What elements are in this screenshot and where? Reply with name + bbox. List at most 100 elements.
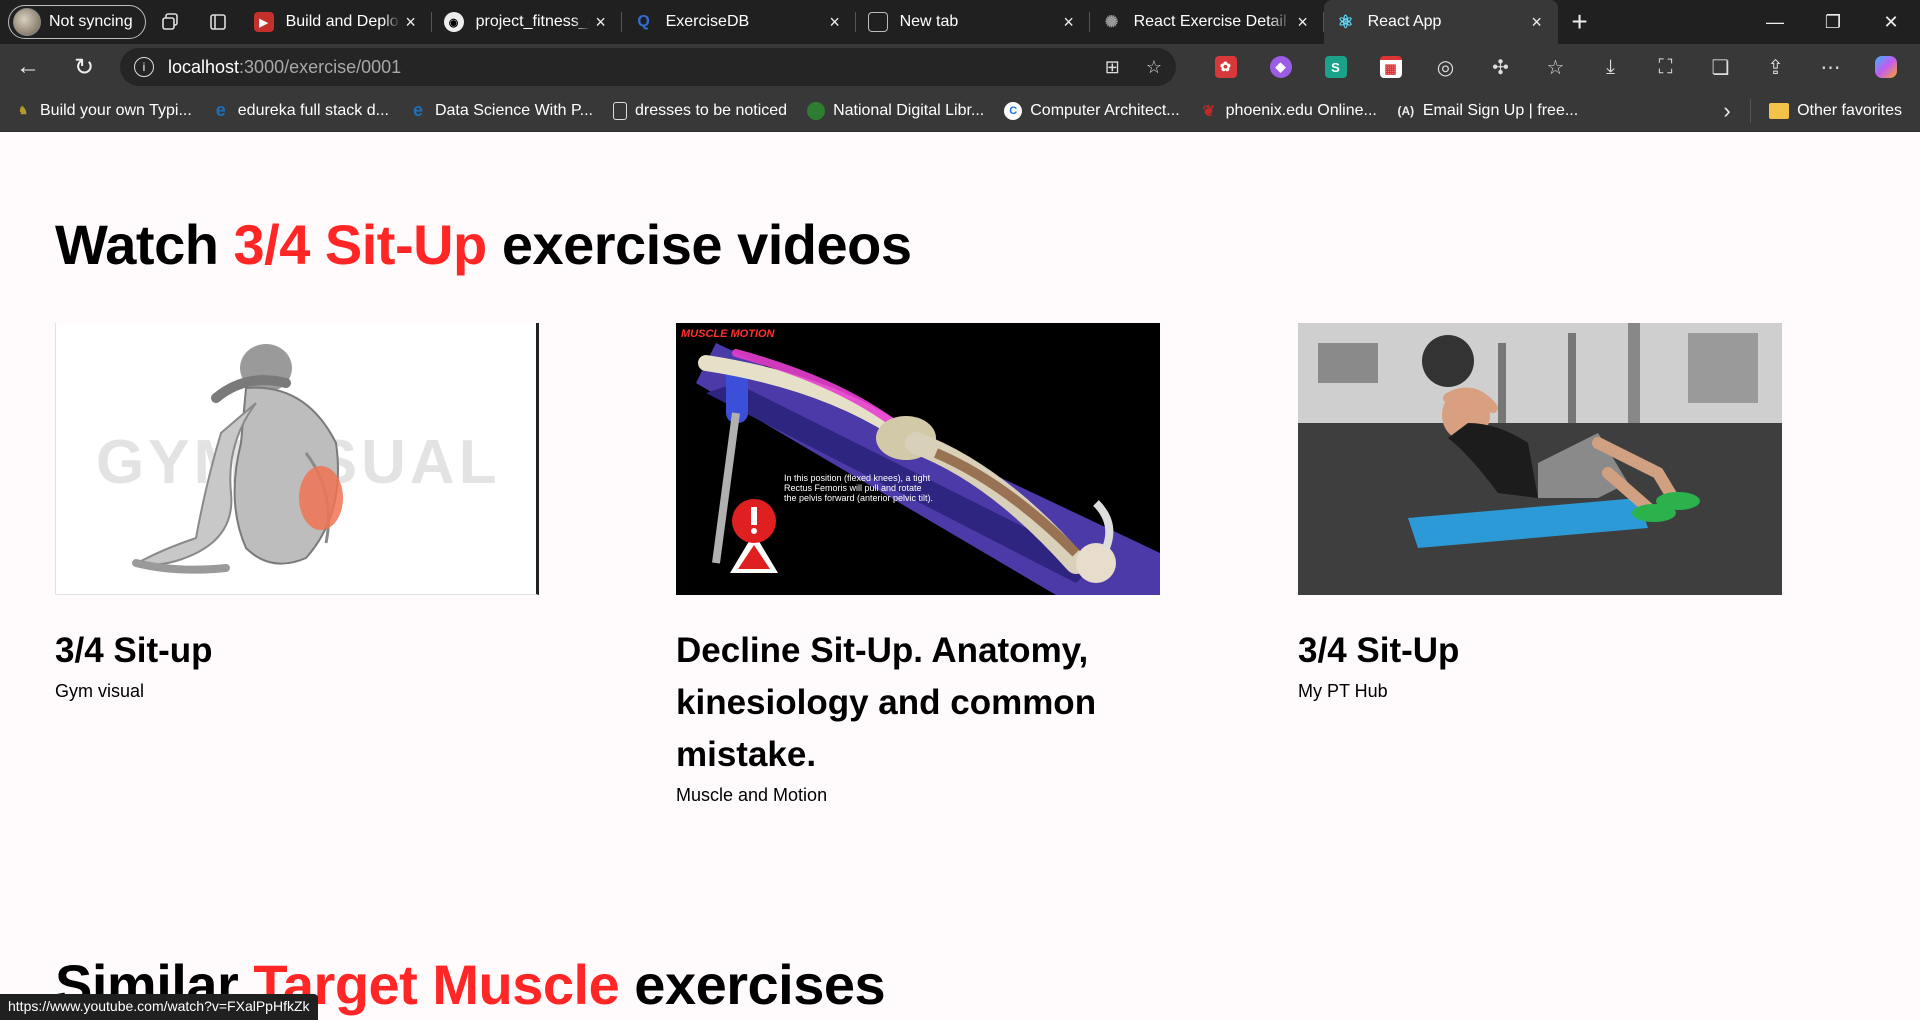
tab-strip: Not syncing ▶ Build and Deploy a Mod × ◉…: [0, 0, 1920, 44]
exercise-name: 3/4 Sit-Up: [233, 213, 487, 276]
app-available-icon[interactable]: ⊞: [1105, 57, 1120, 78]
video-channel: My PT Hub: [1298, 681, 1388, 701]
favorite-label: phoenix.edu Online...: [1225, 101, 1377, 119]
url-host: localhost: [168, 56, 240, 77]
navigation-bar: ← ↻ i localhost:3000/exercise/0001 ⊞ ☆ ✿…: [0, 44, 1920, 90]
favorite-label: edureka full stack d...: [237, 101, 389, 119]
more-icon[interactable]: ⋯: [1803, 44, 1858, 90]
favorite-item[interactable]: C Computer Architect...: [994, 90, 1189, 132]
favorite-item[interactable]: dresses to be noticed: [603, 90, 797, 132]
video-card[interactable]: MUSCLE MOTION In this position (flexed k…: [676, 323, 1160, 806]
video-title[interactable]: 3/4 Sit-Up: [1298, 625, 1782, 677]
tab-youtube[interactable]: ▶ Build and Deploy a Mod ×: [242, 0, 432, 44]
video-logo-text: MUSCLE MOTION: [681, 328, 776, 340]
info-icon[interactable]: i: [134, 57, 154, 77]
chatgpt-icon: ✺: [1104, 14, 1119, 31]
close-icon[interactable]: ×: [1292, 11, 1314, 33]
ndl-icon: [807, 101, 826, 120]
new-tab-button[interactable]: +: [1558, 0, 1602, 44]
extension-purple-icon[interactable]: ◆: [1253, 44, 1308, 90]
profile-button[interactable]: Not syncing: [8, 5, 146, 39]
favorite-item[interactable]: ❦ phoenix.edu Online...: [1190, 90, 1387, 132]
status-bar-url: https://www.youtube.com/watch?v=FXalPpHf…: [0, 994, 318, 1020]
address-url[interactable]: localhost:3000/exercise/0001: [168, 57, 401, 78]
favorite-item[interactable]: ♞ Build your own Typi...: [0, 90, 202, 132]
extension-paw-icon[interactable]: ✿: [1198, 44, 1253, 90]
copilot-icon[interactable]: [1858, 44, 1913, 90]
share-icon[interactable]: ⇪: [1748, 44, 1803, 90]
github-icon: ◉: [443, 12, 464, 32]
favorite-label: National Digital Libr...: [833, 101, 985, 119]
favorites-icon[interactable]: ☆: [1528, 44, 1583, 90]
video-title[interactable]: 3/4 Sit-up: [55, 625, 539, 677]
minimize-icon[interactable]: —: [1746, 0, 1804, 44]
refresh-icon[interactable]: ↻: [56, 44, 112, 90]
url-path: :3000/exercise/0001: [239, 56, 402, 77]
favorite-star-icon[interactable]: ☆: [1146, 57, 1162, 78]
workspaces-icon[interactable]: [146, 0, 194, 44]
video-title[interactable]: Decline Sit-Up. Anatomy, kinesiology and…: [676, 625, 1160, 781]
video-channel: Muscle and Motion: [676, 785, 828, 805]
downloads-icon[interactable]: ⤓: [1583, 44, 1638, 90]
close-window-icon[interactable]: ✕: [1862, 0, 1920, 44]
other-favorites-folder[interactable]: Other favorites: [1750, 98, 1920, 123]
document-icon: [612, 101, 627, 120]
restore-icon[interactable]: ❐: [1804, 0, 1862, 44]
favorites-bar: ♞ Build your own Typi... e edureka full …: [0, 90, 1920, 132]
heading-prefix: Watch: [55, 213, 219, 276]
chevron-right-icon[interactable]: ›: [1704, 98, 1750, 124]
favorite-item[interactable]: National Digital Libr...: [797, 90, 994, 132]
videos-heading: Watch 3/4 Sit-Up exercise videos: [55, 212, 912, 277]
phoenix-icon: ❦: [1202, 102, 1215, 120]
favorite-label: Computer Architect...: [1030, 101, 1180, 119]
favorite-item[interactable]: e edureka full stack d...: [202, 90, 399, 132]
tab-exercisedb[interactable]: Q ExerciseDB ×: [622, 0, 856, 44]
back-icon[interactable]: ←: [0, 44, 56, 90]
folder-icon: [1769, 102, 1790, 119]
video-channel: Gym visual: [55, 681, 145, 701]
video-thumbnail[interactable]: MUSCLE MOTION In this position (flexed k…: [676, 323, 1160, 595]
close-icon[interactable]: ×: [590, 11, 612, 33]
heading-suffix: exercise videos: [501, 213, 912, 276]
angular-icon: (A): [1397, 103, 1415, 118]
tab-title: New tab: [899, 13, 959, 30]
window-controls: — ❐ ✕: [1746, 0, 1920, 44]
close-icon[interactable]: ×: [400, 11, 422, 33]
tab-title: React App: [1367, 13, 1442, 30]
collections-icon[interactable]: ❏: [1693, 44, 1748, 90]
favorite-label: dresses to be noticed: [634, 101, 788, 119]
situp-illustration: GYMVISUAL: [96, 344, 497, 574]
extension-s-icon[interactable]: S: [1308, 44, 1363, 90]
extensions-icon[interactable]: ✣: [1473, 44, 1528, 90]
extension-calendar-icon[interactable]: ▦: [1363, 44, 1418, 90]
video-caption-text: In this position (flexed knees), a tight…: [784, 473, 934, 503]
tab-new-tab[interactable]: New tab ×: [856, 0, 1090, 44]
tab-react-app[interactable]: ⚛ React App ×: [1323, 0, 1558, 44]
video-card[interactable]: GYMVISUAL 3/4 Sit-up Gym visual: [55, 323, 539, 702]
exercisedb-icon: Q: [637, 13, 650, 30]
close-icon[interactable]: ×: [1058, 11, 1080, 33]
close-icon[interactable]: ×: [824, 11, 846, 33]
tab-actions-icon[interactable]: [194, 0, 242, 44]
tab-github[interactable]: ◉ project_fitness_app/src/ ×: [432, 0, 622, 44]
address-bar[interactable]: i localhost:3000/exercise/0001 ⊞ ☆: [120, 48, 1176, 86]
close-icon[interactable]: ×: [1526, 11, 1548, 33]
react-icon: ⚛: [1337, 11, 1354, 32]
favorite-item[interactable]: e Data Science With P...: [399, 90, 603, 132]
favorite-label: Build your own Typi...: [40, 101, 192, 119]
video-card[interactable]: 3/4 Sit-Up My PT Hub: [1298, 323, 1782, 702]
heading-suffix: exercises: [634, 953, 886, 1016]
page-content: Watch 3/4 Sit-Up exercise videos GYMVISU…: [0, 132, 1920, 1020]
favorite-label: Email Sign Up | free...: [1422, 101, 1579, 119]
tab-chatgpt[interactable]: ✺ React Exercise Detail De ×: [1090, 0, 1324, 44]
favorite-item[interactable]: (A) Email Sign Up | free...: [1387, 90, 1588, 132]
video-thumbnail[interactable]: [1298, 323, 1782, 595]
tab-title: project_fitness_app/src/: [475, 13, 590, 30]
extension-target-icon[interactable]: ◎: [1418, 44, 1473, 90]
coursera-icon: C: [1004, 101, 1023, 120]
tab-title: React Exercise Detail De: [1133, 13, 1292, 30]
youtube-icon: ▶: [253, 12, 274, 32]
video-thumbnail[interactable]: GYMVISUAL: [55, 323, 539, 595]
extensions-toolbar: ✿ ◆ S ▦ ◎ ✣ ☆ ⤓ ⛶ ❏ ⇪ ⋯: [1198, 44, 1913, 90]
screenshot-icon[interactable]: ⛶: [1638, 44, 1693, 90]
